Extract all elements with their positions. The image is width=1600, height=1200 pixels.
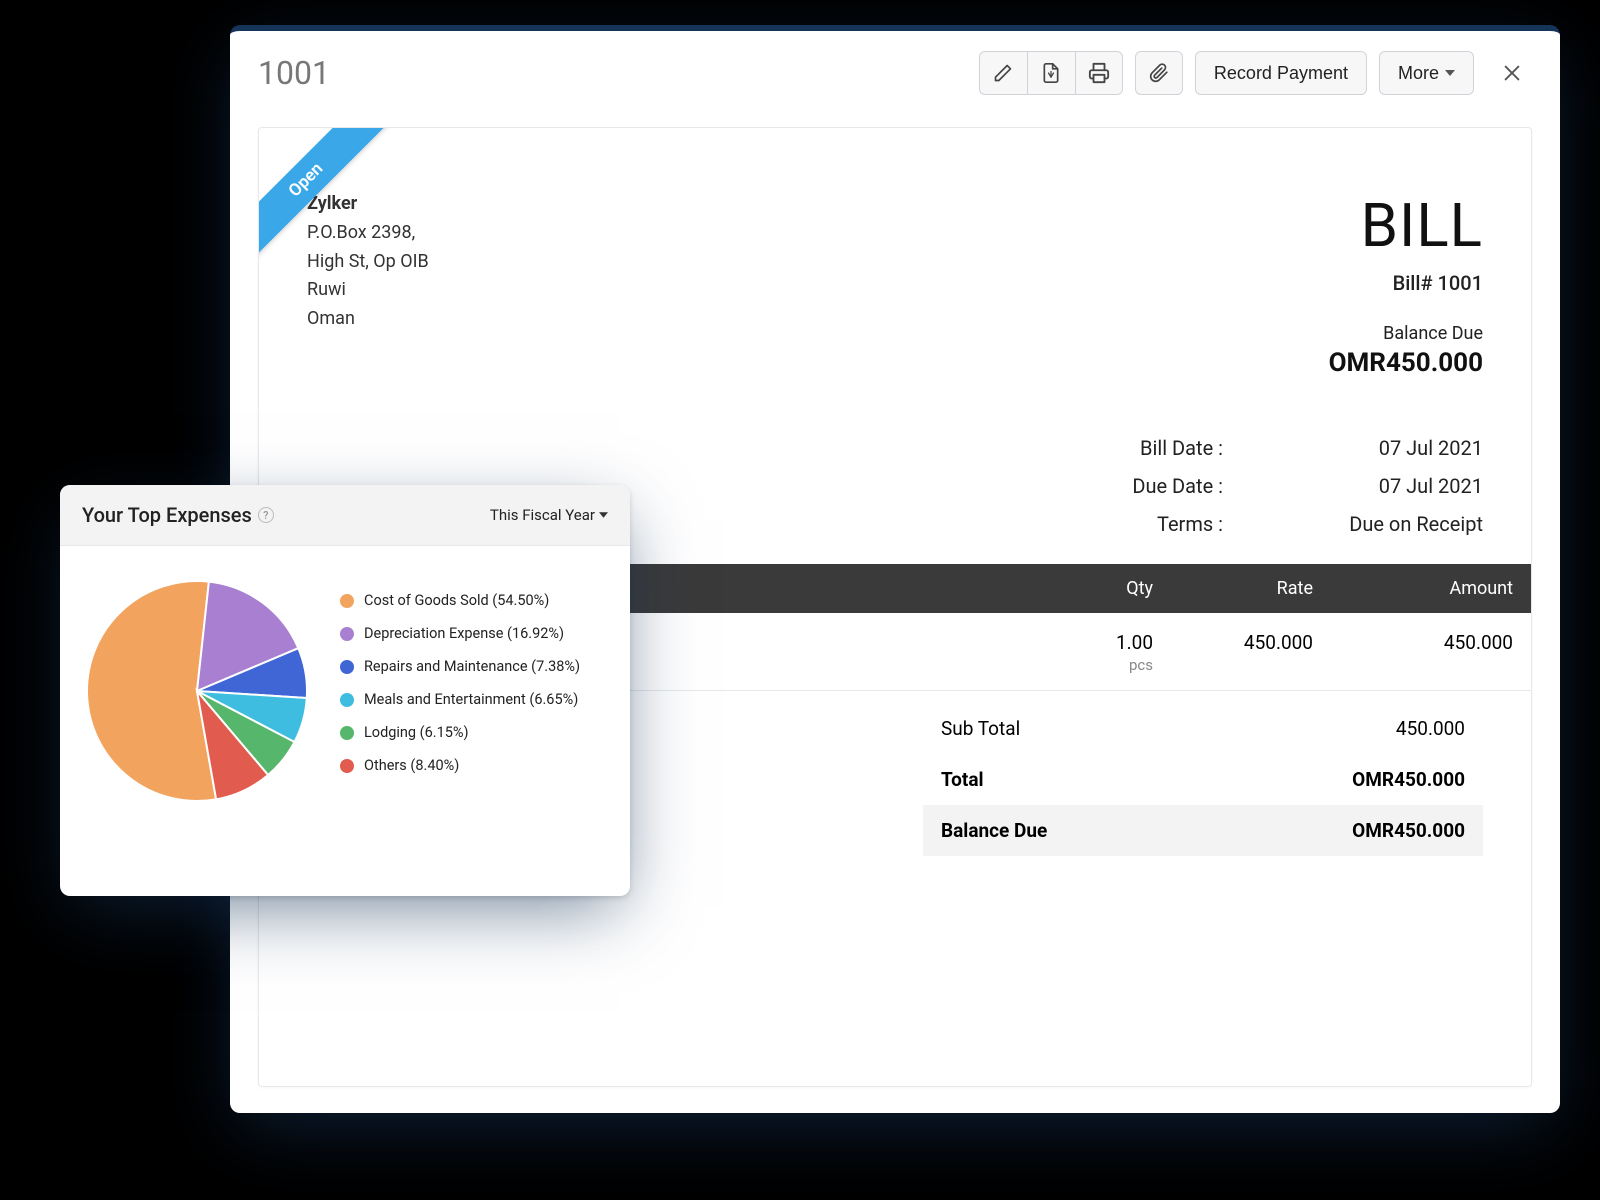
legend-dot [340, 726, 354, 740]
caret-down-icon [599, 512, 608, 518]
legend-dot [340, 693, 354, 707]
legend-label: Cost of Goods Sold (54.50%) [364, 592, 549, 609]
print-button[interactable] [1075, 51, 1123, 95]
legend-dot [340, 627, 354, 641]
legend-item[interactable]: Meals and Entertainment (6.65%) [340, 691, 580, 708]
more-button[interactable]: More [1379, 51, 1474, 95]
pdf-button[interactable] [1027, 51, 1075, 95]
balance-key: Balance Due [941, 819, 1047, 842]
legend-label: Meals and Entertainment (6.65%) [364, 691, 578, 708]
close-icon [1501, 62, 1523, 84]
legend-label: Depreciation Expense (16.92%) [364, 625, 564, 642]
help-icon[interactable]: ? [258, 507, 274, 523]
toolbar: 1001 Record Pa [230, 31, 1560, 117]
print-icon [1088, 62, 1110, 84]
legend-item[interactable]: Others (8.40%) [340, 757, 580, 774]
subtotal-value: 450.000 [1396, 717, 1465, 740]
bill-number: Bill# 1001 [1329, 271, 1483, 295]
item-qty: 1.00 [1116, 631, 1153, 654]
terms-key: Terms : [1083, 512, 1223, 536]
pdf-icon [1041, 62, 1061, 84]
legend-item[interactable]: Repairs and Maintenance (7.38%) [340, 658, 580, 675]
expense-pie-chart [82, 576, 312, 806]
vendor-country: Oman [307, 305, 429, 334]
period-dropdown[interactable]: This Fiscal Year [490, 506, 608, 524]
total-key: Total [941, 768, 984, 791]
page-title: 1001 [258, 54, 967, 92]
item-amount: 450.000 [1313, 631, 1513, 654]
paperclip-icon [1149, 62, 1169, 84]
vendor-city: Ruwi [307, 276, 429, 305]
balance-value: OMR450.000 [1352, 819, 1465, 842]
expense-card-header: Your Top Expenses ? This Fiscal Year [60, 485, 630, 546]
attach-button[interactable] [1135, 51, 1183, 95]
col-amount: Amount [1313, 578, 1513, 599]
bill-title: BILL [1329, 190, 1483, 261]
item-rate: 450.000 [1153, 631, 1313, 654]
legend-item[interactable]: Depreciation Expense (16.92%) [340, 625, 580, 642]
legend-dot [340, 660, 354, 674]
subtotal-key: Sub Total [941, 717, 1020, 740]
due-date-key: Due Date : [1083, 474, 1223, 498]
more-label: More [1398, 63, 1439, 84]
edit-button[interactable] [979, 51, 1027, 95]
terms-value: Due on Receipt [1303, 512, 1483, 536]
expense-legend: Cost of Goods Sold (54.50%) Depreciation … [340, 592, 580, 790]
legend-item[interactable]: Cost of Goods Sold (54.50%) [340, 592, 580, 609]
pencil-icon [993, 63, 1013, 83]
expense-card-title-wrap: Your Top Expenses ? [82, 503, 274, 527]
legend-label: Lodging (6.15%) [364, 724, 469, 741]
balance-due-value: OMR450.000 [1329, 348, 1483, 378]
legend-label: Repairs and Maintenance (7.38%) [364, 658, 580, 675]
expense-card-body: Cost of Goods Sold (54.50%) Depreciation … [60, 546, 630, 896]
col-qty: Qty [1033, 578, 1153, 599]
balance-due-label: Balance Due [1329, 323, 1483, 344]
bill-date-value: 07 Jul 2021 [1303, 436, 1483, 460]
bill-date-key: Bill Date : [1083, 436, 1223, 460]
item-unit: pcs [1033, 656, 1153, 684]
legend-dot [340, 594, 354, 608]
caret-down-icon [1445, 70, 1455, 76]
legend-dot [340, 759, 354, 773]
record-payment-button[interactable]: Record Payment [1195, 51, 1367, 95]
record-payment-label: Record Payment [1214, 63, 1348, 84]
total-value: OMR450.000 [1352, 768, 1465, 791]
legend-label: Others (8.40%) [364, 757, 459, 774]
action-icon-group [979, 51, 1123, 95]
due-date-value: 07 Jul 2021 [1303, 474, 1483, 498]
vendor-address: Zylker P.O.Box 2398, High St, Op OIB Ruw… [307, 190, 429, 378]
period-label: This Fiscal Year [490, 506, 595, 524]
totals-block: Sub Total 450.000 Total OMR450.000 Balan… [923, 703, 1483, 856]
col-rate: Rate [1153, 578, 1313, 599]
top-expenses-card: Your Top Expenses ? This Fiscal Year Cos… [60, 485, 630, 896]
vendor-line2: High St, Op OIB [307, 248, 429, 277]
vendor-line1: P.O.Box 2398, [307, 219, 429, 248]
bill-title-block: BILL Bill# 1001 Balance Due OMR450.000 [1329, 190, 1483, 378]
expense-card-title: Your Top Expenses [82, 503, 252, 527]
vendor-name: Zylker [307, 190, 429, 219]
close-button[interactable] [1492, 53, 1532, 93]
legend-item[interactable]: Lodging (6.15%) [340, 724, 580, 741]
